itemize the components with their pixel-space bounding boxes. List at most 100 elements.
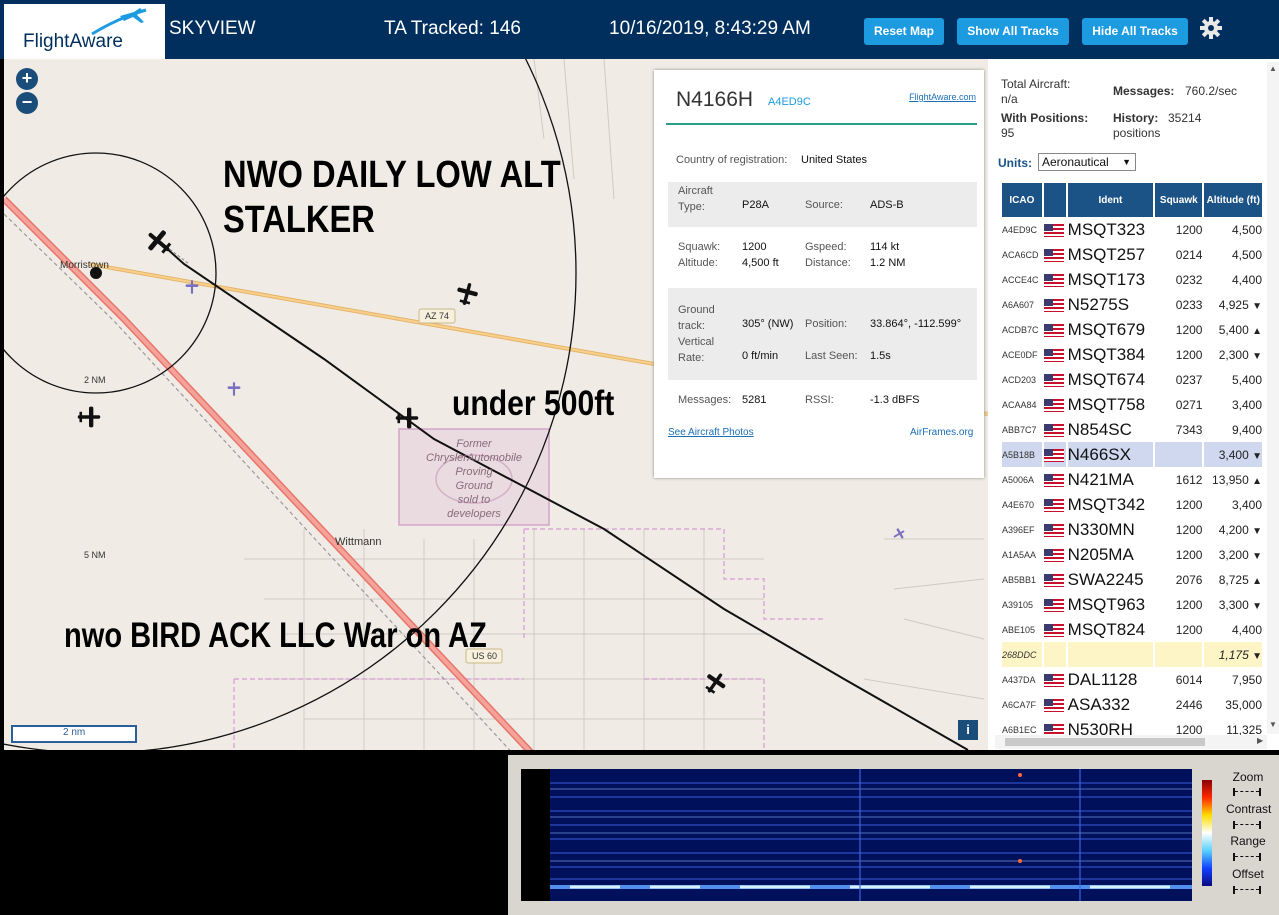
cell-icao: A4E670 (1002, 499, 1035, 510)
aircraft-icon[interactable] (76, 404, 102, 430)
table-row[interactable]: 268DDC 1,175 ▼ (1002, 642, 1262, 667)
total-aircraft-value: n/a (1001, 92, 1018, 106)
cell-altitude: 5,400 (1231, 372, 1262, 387)
app-name: SKYVIEW (169, 18, 256, 39)
cell-icao: A6CA7F (1002, 699, 1037, 710)
col-header-altitude[interactable]: Altitude (ft) (1204, 183, 1262, 217)
cell-flag (1043, 567, 1066, 592)
see-aircraft-photos-link[interactable]: See Aircraft Photos (668, 427, 754, 438)
cell-flag (1043, 392, 1066, 417)
us-flag-icon (1043, 398, 1064, 412)
table-row[interactable]: ACCE4C MSQT173 0232 4,400 (1002, 267, 1262, 292)
table-row[interactable]: A1A5AA N205MA 1200 3,200 ▼ (1002, 542, 1262, 567)
zoom-in-button[interactable]: + (16, 68, 38, 90)
cell-flag (1043, 642, 1066, 667)
table-row[interactable]: A39105 MSQT963 1200 3,300 ▼ (1002, 592, 1262, 617)
reset-map-button[interactable]: Reset Map (864, 18, 944, 45)
mlat-aircraft-icon[interactable] (184, 279, 200, 295)
sidebar-vertical-scrollbar[interactable]: ▲ ▼ (1267, 62, 1279, 734)
aircraft-detail-popup: N4166H A4ED9C FlightAware.com Country of… (654, 70, 984, 478)
cell-icao: ACD203 (1002, 374, 1037, 385)
table-row[interactable]: A5006A N421MA 1612 13,950 ▲ (1002, 467, 1262, 492)
town-label: Morristown (60, 260, 109, 271)
us-flag-icon (1043, 423, 1064, 437)
table-row[interactable]: ACD203 MSQT674 0237 5,400 (1002, 367, 1262, 392)
cell-icao: ABB7C7 (1002, 424, 1037, 435)
contrast-slider[interactable] (1233, 821, 1261, 829)
divider (666, 123, 977, 125)
zoom-out-button[interactable]: − (16, 92, 38, 114)
cell-squawk: 7343 (1175, 422, 1203, 437)
map-info-icon[interactable]: i (958, 720, 978, 740)
waterfall-spectrum (550, 769, 1192, 901)
tracked-count: TA Tracked: 146 (384, 18, 521, 39)
map-view[interactable]: + − Morristown Wittmann AZ 74 US 60 2 NM… (4, 59, 988, 750)
aircraft-icon[interactable] (394, 405, 420, 431)
table-row[interactable]: ACE0DF MSQT384 1200 2,300 ▼ (1002, 342, 1262, 367)
table-row[interactable]: ACAA84 MSQT758 0271 3,400 (1002, 392, 1262, 417)
table-row[interactable]: ABB7C7 N854SC 7343 9,400 (1002, 417, 1262, 442)
col-header-icao[interactable]: ICAO (1002, 183, 1042, 217)
cell-altitude: 4,500 (1231, 247, 1262, 262)
col-header-ident[interactable]: Ident (1067, 183, 1154, 217)
range-slider[interactable] (1233, 853, 1261, 861)
gear-icon[interactable] (1199, 16, 1223, 40)
cell-squawk: 0237 (1175, 372, 1203, 387)
flightaware-logo[interactable]: FlightAware (4, 4, 165, 59)
top-bar: FlightAware SKYVIEW TA Tracked: 146 10/1… (0, 0, 1279, 59)
aircraft-icon[interactable] (702, 670, 728, 696)
col-header-flag[interactable] (1043, 183, 1066, 217)
last-seen-value: 1.5s (870, 350, 891, 362)
table-row[interactable]: A6A607 N5275S 0233 4,925 ▼ (1002, 292, 1262, 317)
rssi-value: -1.3 dBFS (870, 394, 920, 406)
sidebar-horizontal-scrollbar[interactable]: ▶ (995, 735, 1267, 749)
selected-aircraft-icon[interactable] (144, 227, 174, 257)
cell-flag (1043, 367, 1066, 392)
cell-flag (1043, 492, 1066, 517)
col-header-squawk[interactable]: Squawk (1155, 183, 1203, 217)
us-flag-icon (1043, 623, 1064, 637)
zoom-slider[interactable] (1233, 788, 1261, 796)
show-all-tracks-button[interactable]: Show All Tracks (957, 18, 1069, 45)
cell-flag (1043, 592, 1066, 617)
waterfall-display[interactable] (550, 769, 1192, 901)
table-row[interactable]: A396EF N330MN 1200 4,200 ▼ (1002, 517, 1262, 542)
altitude-value: 4,500 ft (742, 257, 779, 269)
hide-all-tracks-button[interactable]: Hide All Tracks (1082, 18, 1188, 45)
flightaware-link[interactable]: FlightAware.com (909, 92, 976, 102)
table-row[interactable]: ACDB7C MSQT679 1200 5,400 ▲ (1002, 317, 1262, 342)
distance-label: Distance: (805, 257, 851, 269)
squawk-value: 1200 (742, 241, 767, 253)
table-row[interactable]: ACA6CD MSQT257 0214 4,500 (1002, 242, 1262, 267)
offset-slider[interactable] (1233, 886, 1261, 894)
table-row[interactable]: A5B18B N466SX 3,400 ▼ (1002, 442, 1262, 467)
table-row[interactable]: A437DA DAL1128 6014 7,950 (1002, 667, 1262, 692)
us-flag-icon (1043, 573, 1064, 587)
aircraft-icon[interactable] (454, 281, 480, 307)
cell-squawk: 1200 (1175, 522, 1203, 537)
datetime: 10/16/2019, 8:43:29 AM (609, 18, 811, 39)
cell-altitude: 4,925 ▼ (1218, 297, 1262, 312)
country-label: Country of registration: (676, 154, 788, 166)
cell-flag (1043, 242, 1066, 267)
table-row[interactable]: AB5BB1 SWA2245 2076 8,725 ▲ (1002, 567, 1262, 592)
annotation-stalker-line2: STALKER (223, 199, 375, 241)
cell-squawk: 1200 (1175, 597, 1203, 612)
cell-ident: MSQT323 (1067, 219, 1146, 239)
table-row[interactable]: A6CA7F ASA332 2446 35,000 (1002, 692, 1262, 717)
units-select[interactable]: Aeronautical ▼ (1038, 153, 1136, 171)
cell-squawk (1155, 442, 1203, 467)
table-row[interactable]: A4E670 MSQT342 1200 3,400 (1002, 492, 1262, 517)
us-flag-icon (1043, 498, 1064, 512)
us-flag-icon (1043, 273, 1064, 287)
cell-flag (1043, 217, 1066, 242)
cell-altitude: 3,400 (1231, 497, 1262, 512)
table-row[interactable]: ABE105 MSQT824 1200 4,400 (1002, 617, 1262, 642)
us-flag-icon (1043, 223, 1064, 237)
cell-squawk: 6014 (1175, 672, 1203, 687)
last-seen-label: Last Seen: (805, 350, 858, 362)
mlat-aircraft-icon[interactable] (226, 381, 242, 397)
airframes-link[interactable]: AirFrames.org (910, 427, 973, 438)
table-row[interactable]: A4ED9C MSQT323 1200 4,500 (1002, 217, 1262, 242)
mlat-aircraft-icon[interactable] (892, 527, 906, 541)
